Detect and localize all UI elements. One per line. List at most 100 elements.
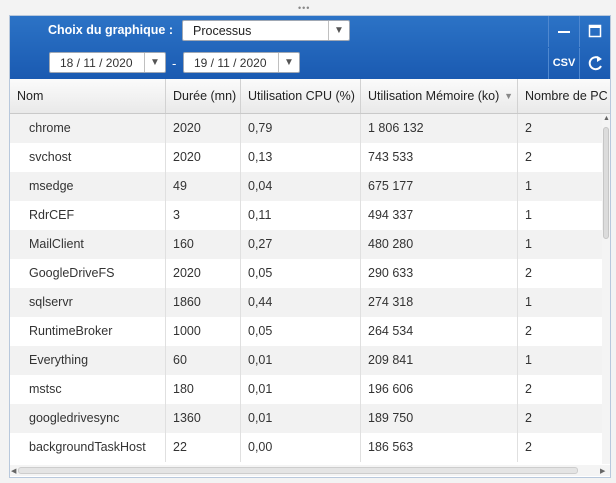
table-row[interactable]: googledrivesync 1360 0,01 189 750 2 (10, 404, 602, 433)
cell-duration: 22 (166, 433, 241, 462)
minimize-button[interactable] (548, 16, 579, 47)
top-resize-bar[interactable]: ••• (0, 0, 616, 14)
cell-pc-count: 2 (525, 411, 532, 425)
cell-memory: 196 606 (361, 375, 518, 404)
scroll-right-arrow-icon[interactable]: ▶ (600, 467, 605, 475)
cell-duration: 160 (166, 230, 241, 259)
cell-name: RdrCEF (10, 201, 166, 230)
chevron-down-icon[interactable]: ▼ (328, 21, 349, 40)
cell-cpu: 0,00 (241, 433, 361, 462)
column-header-memory[interactable]: Utilisation Mémoire (ko) ▼ (361, 79, 518, 113)
column-header-cpu[interactable]: Utilisation CPU (%) (241, 79, 361, 113)
maximize-button[interactable] (579, 16, 610, 47)
cell-name: GoogleDriveFS (10, 259, 166, 288)
cell-pc-count: 2 (525, 440, 532, 454)
horizontal-scrollbar[interactable]: ◀ ▶ (10, 465, 610, 476)
date-from-picker[interactable]: 18 / 11 / 2020 ▼ (49, 52, 166, 73)
cell-memory: 494 337 (361, 201, 518, 230)
cell-name: Everything (10, 346, 166, 375)
cell-duration: 180 (166, 375, 241, 404)
cell-pc-count: 2 (525, 150, 532, 164)
cell-cpu: 0,05 (241, 259, 361, 288)
panel-toolbar: Choix du graphique : Processus ▼ 18 / 11… (10, 16, 610, 80)
minimize-icon (558, 31, 570, 33)
cell-duration: 2020 (166, 259, 241, 288)
cell-name: RuntimeBroker (10, 317, 166, 346)
cell-duration: 2020 (166, 143, 241, 172)
cell-cpu: 0,27 (241, 230, 361, 259)
vertical-scrollbar[interactable]: ▲ (602, 114, 610, 464)
cell-duration: 1360 (166, 404, 241, 433)
chart-choice-select[interactable]: Processus ▼ (182, 20, 350, 41)
table-row[interactable]: MailClient 160 0,27 480 280 1 (10, 230, 602, 259)
chart-choice-label: Choix du graphique : (48, 23, 173, 37)
table-body: chrome 2020 0,79 1 806 132 2 svchost 2020 0,13 7… (10, 114, 602, 464)
cell-pc-count: 1 (525, 295, 532, 309)
cell-memory: 743 533 (361, 143, 518, 172)
date-to-picker[interactable]: 19 / 11 / 2020 ▼ (183, 52, 300, 73)
cell-name: svchost (10, 143, 166, 172)
cell-pc-count: 1 (525, 208, 532, 222)
cell-name: backgroundTaskHost (10, 433, 166, 462)
refresh-button[interactable] (579, 48, 610, 79)
column-header-name[interactable]: Nom (10, 79, 166, 113)
chart-choice-value: Processus (193, 24, 252, 38)
cell-pc-count: 2 (525, 324, 532, 338)
table-row[interactable]: svchost 2020 0,13 743 533 2 (10, 143, 602, 172)
chevron-down-icon[interactable]: ▼ (278, 53, 299, 72)
cell-memory: 186 563 (361, 433, 518, 462)
table-row[interactable]: sqlservr 1860 0,44 274 318 1 (10, 288, 602, 317)
column-header-memory-label: Utilisation Mémoire (ko) (368, 89, 500, 103)
cell-duration: 2020 (166, 114, 241, 143)
vertical-scroll-thumb[interactable] (603, 127, 609, 239)
cell-name: msedge (10, 172, 166, 201)
date-to-value: 19 / 11 / 2020 (194, 56, 267, 70)
date-from-value: 18 / 11 / 2020 (60, 56, 133, 70)
cell-duration: 3 (166, 201, 241, 230)
scroll-left-arrow-icon[interactable]: ◀ (11, 467, 16, 475)
cell-name: MailClient (10, 230, 166, 259)
cell-pc-count: 1 (525, 237, 532, 251)
scroll-up-arrow-icon[interactable]: ▲ (603, 115, 610, 122)
table-header: Nom Durée (mn) Utilisation CPU (%) Utili… (10, 79, 610, 114)
cell-memory: 209 841 (361, 346, 518, 375)
chevron-down-icon[interactable]: ▼ (144, 53, 165, 72)
horizontal-scroll-thumb[interactable] (18, 467, 578, 474)
cell-cpu: 0,44 (241, 288, 361, 317)
column-header-pc-count[interactable]: Nombre de PC (518, 79, 610, 113)
csv-label: CSV (552, 57, 576, 69)
sort-descending-icon[interactable]: ▼ (502, 79, 513, 113)
process-table: Nom Durée (mn) Utilisation CPU (%) Utili… (10, 79, 610, 477)
cell-memory: 290 633 (361, 259, 518, 288)
cell-cpu: 0,05 (241, 317, 361, 346)
table-row[interactable]: mstsc 180 0,01 196 606 2 (10, 375, 602, 404)
cell-cpu: 0,01 (241, 404, 361, 433)
column-header-duration[interactable]: Durée (mn) (166, 79, 241, 113)
cell-pc-count: 2 (525, 382, 532, 396)
cell-name: mstsc (10, 375, 166, 404)
csv-export-button[interactable]: CSV (548, 48, 579, 79)
table-row[interactable]: msedge 49 0,04 675 177 1 (10, 172, 602, 201)
date-separator: - (172, 56, 177, 71)
cell-name: sqlservr (10, 288, 166, 317)
table-row[interactable]: RuntimeBroker 1000 0,05 264 534 2 (10, 317, 602, 346)
cell-cpu: 0,01 (241, 346, 361, 375)
cell-duration: 1000 (166, 317, 241, 346)
cell-pc-count: 2 (525, 121, 532, 135)
table-row[interactable]: backgroundTaskHost 22 0,00 186 563 2 (10, 433, 602, 462)
cell-duration: 49 (166, 172, 241, 201)
table-row[interactable]: Everything 60 0,01 209 841 1 (10, 346, 602, 375)
resize-grip-icon[interactable]: ••• (298, 4, 310, 13)
cell-duration: 60 (166, 346, 241, 375)
cell-cpu: 0,01 (241, 375, 361, 404)
cell-memory: 274 318 (361, 288, 518, 317)
refresh-icon (588, 56, 602, 71)
table-row[interactable]: RdrCEF 3 0,11 494 337 1 (10, 201, 602, 230)
table-row[interactable]: chrome 2020 0,79 1 806 132 2 (10, 114, 602, 143)
cell-cpu: 0,11 (241, 201, 361, 230)
table-row[interactable]: GoogleDriveFS 2020 0,05 290 633 2 (10, 259, 602, 288)
maximize-icon (588, 24, 602, 38)
cell-pc-count: 2 (525, 266, 532, 280)
cell-cpu: 0,79 (241, 114, 361, 143)
cell-name: googledrivesync (10, 404, 166, 433)
